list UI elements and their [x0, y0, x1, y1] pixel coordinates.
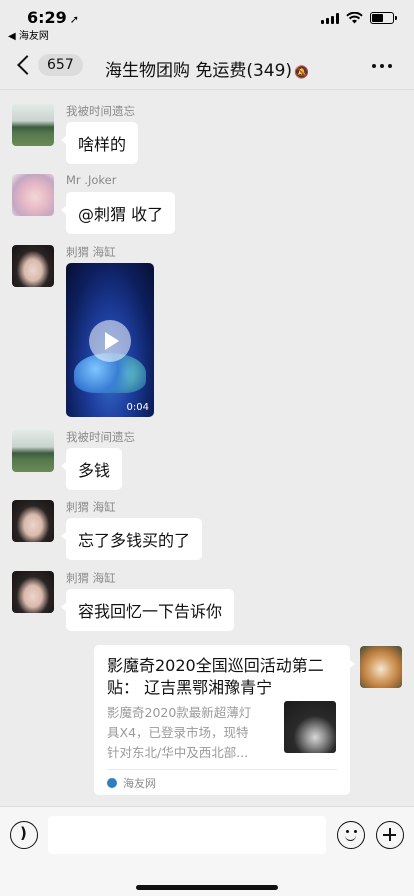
avatar[interactable]: [12, 430, 54, 472]
sender-name: 刺猬 海缸: [66, 245, 116, 259]
chat-title-text: 海生物团购 免运费(349): [104, 61, 293, 81]
signal-icon: [321, 12, 339, 24]
input-bar: [0, 806, 414, 896]
sender-name: Mr .Joker: [66, 173, 117, 187]
plus-icon[interactable]: [376, 821, 404, 849]
status-bar: 6:29 ➚ ◀ 海友网: [0, 0, 414, 44]
message-bubble[interactable]: 容我回忆一下告诉你: [60, 589, 235, 631]
self-avatar[interactable]: [360, 646, 402, 688]
link-card-source: 海友网: [107, 775, 156, 791]
link-card-description: 影魔奇2020款最新超薄灯 具X4，已登录市场，现特 针对东北/华中及西北部..…: [107, 705, 252, 760]
avatar[interactable]: [12, 245, 54, 287]
avatar[interactable]: [12, 104, 54, 146]
time-text: 6:29: [27, 8, 67, 27]
sender-name: 我被时间遗忘: [66, 104, 135, 118]
message-bubble[interactable]: 多钱: [60, 448, 123, 490]
sender-name: 刺猬 海缸: [66, 571, 116, 585]
voice-input-icon[interactable]: [10, 821, 38, 849]
video-message[interactable]: 0:04: [66, 263, 154, 417]
back-to-app-link[interactable]: ◀ 海友网: [8, 27, 49, 42]
chat-title: 海生物团购 免运费(349) 🔕: [0, 56, 414, 81]
dot-icon: [372, 64, 376, 68]
link-card-thumbnail: [284, 701, 336, 753]
video-duration: 0:04: [126, 402, 149, 413]
message-bubble[interactable]: @刺猬 收了: [60, 192, 176, 234]
status-time: 6:29 ➚: [27, 8, 79, 27]
more-button[interactable]: [372, 64, 392, 68]
dot-icon: [380, 64, 384, 68]
avatar[interactable]: [12, 500, 54, 542]
divider: [107, 769, 337, 770]
sender-name: 我被时间遗忘: [66, 430, 135, 444]
link-card-title: 影魔奇2020全国巡回活动第二贴： 辽吉黑鄂湘豫青宁: [107, 656, 324, 697]
emoji-icon[interactable]: [337, 821, 365, 849]
message-bubble[interactable]: 忘了多钱买的了: [60, 518, 203, 560]
source-name: 海友网: [123, 777, 156, 790]
mouth-curve: [345, 834, 356, 841]
play-icon[interactable]: [89, 320, 131, 362]
dot-icon: [388, 64, 392, 68]
location-icon: ➚: [69, 13, 80, 26]
avatar[interactable]: [12, 571, 54, 613]
status-indicators: [321, 12, 397, 24]
battery-icon: [370, 12, 397, 24]
message-bubble[interactable]: 啥样的: [60, 122, 139, 164]
wifi-icon: [346, 12, 363, 24]
source-logo-icon: [107, 778, 117, 788]
home-indicator[interactable]: [136, 885, 278, 890]
chat-header: 657 海生物团购 免运费(349) 🔕: [0, 44, 414, 90]
avatar[interactable]: [12, 174, 54, 216]
link-card[interactable]: 影魔奇2020全国巡回活动第二贴： 辽吉黑鄂湘豫青宁 影魔奇2020款最新超薄灯…: [94, 645, 355, 795]
sender-name: 刺猬 海缸: [66, 500, 116, 514]
bell-slash-icon: 🔕: [294, 65, 310, 79]
eye-dot: [346, 830, 349, 833]
message-input[interactable]: [48, 816, 326, 854]
eye-dot: [354, 830, 357, 833]
